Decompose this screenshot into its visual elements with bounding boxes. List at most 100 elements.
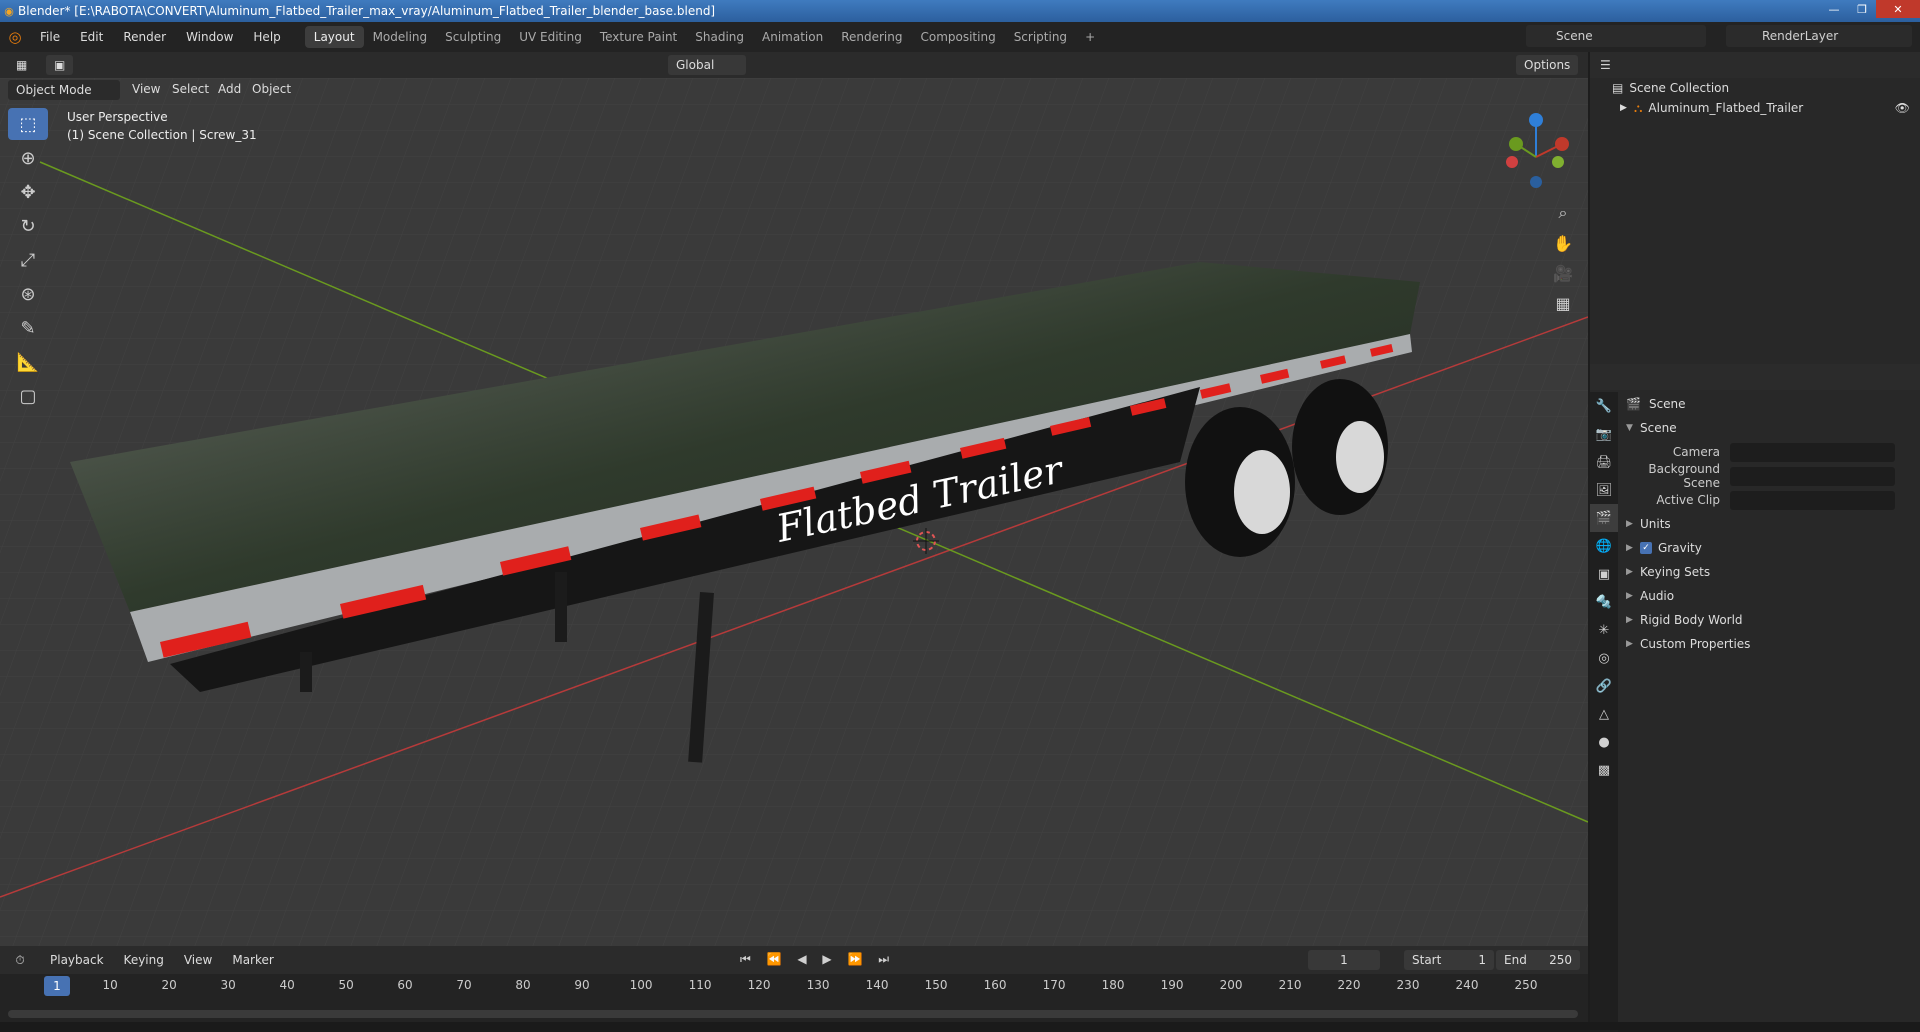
perspective-label: User Perspective bbox=[67, 110, 168, 124]
tab-compositing[interactable]: Compositing bbox=[911, 26, 1004, 48]
end-label: End bbox=[1504, 953, 1527, 967]
scale-tool-icon[interactable]: ⤢ bbox=[8, 244, 48, 276]
timeline-ruler[interactable]: 1 10 20 30 40 50 60 70 80 90 100 110 120 130 140 150 16… bbox=[0, 974, 1588, 998]
camera-row: Camera bbox=[1620, 440, 1920, 464]
select-tool-icon[interactable]: ⬚ bbox=[8, 108, 48, 140]
scene-props-icon[interactable]: 🎬 bbox=[1590, 504, 1618, 532]
ortho-grid-icon[interactable]: ▦ bbox=[1548, 288, 1578, 318]
cursor-tool-icon[interactable]: ⊕ bbox=[8, 142, 48, 174]
transform-tool-icon[interactable]: ⊛ bbox=[8, 278, 48, 310]
camera-field[interactable] bbox=[1730, 442, 1895, 462]
viewport-menu-view[interactable]: View bbox=[132, 82, 160, 96]
texture-props-icon[interactable]: ▩ bbox=[1590, 756, 1618, 784]
move-tool-icon[interactable]: ✥ bbox=[8, 176, 48, 208]
world-props-icon[interactable]: 🌐 bbox=[1590, 532, 1618, 560]
end-frame-field[interactable]: End 250 bbox=[1496, 950, 1580, 970]
collapse-arrow-icon: ▼ bbox=[1626, 423, 1633, 433]
tab-texture-paint[interactable]: Texture Paint bbox=[591, 26, 686, 48]
keying-sets-section[interactable]: ▶ Keying Sets bbox=[1620, 560, 1920, 584]
zoom-icon[interactable]: ⌕ bbox=[1548, 198, 1578, 228]
scene-selector[interactable]: Scene bbox=[1526, 25, 1706, 47]
timeline-menu-view[interactable]: View bbox=[174, 945, 222, 975]
minimize-icon[interactable]: — bbox=[1820, 0, 1848, 18]
pan-hand-icon[interactable]: ✋ bbox=[1548, 228, 1578, 258]
menu-window[interactable]: Window bbox=[176, 22, 243, 52]
tab-shading[interactable]: Shading bbox=[686, 26, 753, 48]
rigid-body-world-section[interactable]: ▶ Rigid Body World bbox=[1620, 608, 1920, 632]
gravity-checkbox[interactable]: ✓ bbox=[1640, 542, 1652, 554]
camera-view-icon[interactable]: 🎥 bbox=[1548, 258, 1578, 288]
tab-animation[interactable]: Animation bbox=[753, 26, 832, 48]
playback-controls[interactable]: ⏮ ⏪ ◀ ▶ ⏩ ⏭ bbox=[740, 952, 895, 967]
rotate-tool-icon[interactable]: ↻ bbox=[8, 210, 48, 242]
material-props-icon[interactable]: ● bbox=[1590, 728, 1618, 756]
output-props-icon[interactable]: 🖨 bbox=[1590, 448, 1618, 476]
menu-help[interactable]: Help bbox=[243, 22, 290, 52]
timeline-scrollbar[interactable] bbox=[8, 1010, 1578, 1018]
3d-viewport[interactable]: Flatbed Trailer bbox=[0, 52, 1588, 946]
object-mode-dropdown[interactable]: Object Mode bbox=[8, 80, 120, 100]
timeline-menu-playback[interactable]: Playback bbox=[40, 945, 114, 975]
options-button[interactable]: Options bbox=[1516, 55, 1579, 75]
current-frame-indicator[interactable]: 1 bbox=[44, 976, 70, 996]
editor-type-icon[interactable]: ▦ bbox=[8, 55, 35, 75]
expand-arrow-icon: ▶ bbox=[1626, 639, 1633, 649]
properties-tabs: 🔧 📷 🖨 🖼 🎬 🌐 ▣ 🔩 ✳ ◎ 🔗 △ ● ▩ bbox=[1590, 392, 1618, 1032]
tab-sculpting[interactable]: Sculpting bbox=[436, 26, 510, 48]
outliner-editor-icon[interactable]: ☰ bbox=[1600, 58, 1611, 72]
timeline-menu-marker[interactable]: Marker bbox=[222, 945, 283, 975]
renderlayer-selector[interactable]: RenderLayer bbox=[1726, 25, 1912, 47]
data-props-icon[interactable]: △ bbox=[1590, 700, 1618, 728]
timeline-menu-keying[interactable]: Keying bbox=[114, 945, 174, 975]
expand-arrow-icon[interactable]: ▶ bbox=[1620, 103, 1634, 113]
window-title: Blender* [E:\RABOTA\CONVERT\Aluminum_Fla… bbox=[18, 4, 716, 18]
units-section[interactable]: ▶ Units bbox=[1620, 512, 1920, 536]
render-props-icon[interactable]: 📷 bbox=[1590, 420, 1618, 448]
maximize-icon[interactable]: ❐ bbox=[1848, 0, 1876, 18]
physics-props-icon[interactable]: ◎ bbox=[1590, 644, 1618, 672]
active-clip-field[interactable] bbox=[1730, 490, 1895, 510]
tool-props-icon[interactable]: 🔧 bbox=[1590, 392, 1618, 420]
menu-edit[interactable]: Edit bbox=[70, 22, 113, 52]
timeline-tick: 130 bbox=[806, 978, 830, 992]
viewport-menu-add[interactable]: Add bbox=[218, 82, 241, 96]
view-layer-props-icon[interactable]: 🖼 bbox=[1590, 476, 1618, 504]
audio-section[interactable]: ▶ Audio bbox=[1620, 584, 1920, 608]
menu-file[interactable]: File bbox=[30, 22, 70, 52]
current-frame-field[interactable]: 1 bbox=[1308, 950, 1380, 970]
modifier-props-icon[interactable]: 🔩 bbox=[1590, 588, 1618, 616]
add-cube-tool-icon[interactable]: ▢ bbox=[8, 380, 48, 412]
custom-properties-section[interactable]: ▶ Custom Properties bbox=[1620, 632, 1920, 656]
menu-render[interactable]: Render bbox=[113, 22, 176, 52]
tab-rendering[interactable]: Rendering bbox=[832, 26, 911, 48]
timeline-editor-icon[interactable]: ⏱ bbox=[0, 953, 40, 968]
select-box-icon[interactable]: ▣ bbox=[46, 55, 74, 75]
add-workspace-icon[interactable]: + bbox=[1076, 26, 1104, 48]
tab-layout[interactable]: Layout bbox=[304, 26, 364, 48]
constraints-props-icon[interactable]: 🔗 bbox=[1590, 672, 1618, 700]
background-scene-field[interactable] bbox=[1730, 466, 1895, 486]
tab-uv-editing[interactable]: UV Editing bbox=[510, 26, 591, 48]
close-icon[interactable]: ✕ bbox=[1876, 0, 1920, 18]
viewport-menu-object[interactable]: Object bbox=[252, 82, 291, 96]
tab-scripting[interactable]: Scripting bbox=[1005, 26, 1076, 48]
transform-orientation-dropdown[interactable]: Global bbox=[668, 55, 746, 75]
visibility-eye-icon[interactable]: 👁 bbox=[1895, 101, 1910, 115]
blender-logo-icon[interactable]: ◎ bbox=[0, 28, 30, 46]
active-clip-label: Active Clip bbox=[1656, 493, 1720, 507]
blender-app-icon: ◉ bbox=[4, 4, 14, 18]
outliner-item-row[interactable]: ▶ ⛬ Aluminum_Flatbed_Trailer 👁 bbox=[1590, 98, 1920, 118]
gravity-section[interactable]: ▶ ✓ Gravity bbox=[1620, 536, 1920, 560]
tab-modeling[interactable]: Modeling bbox=[364, 26, 437, 48]
object-mode-value: Object Mode bbox=[16, 83, 92, 97]
expand-arrow-icon: ▶ bbox=[1626, 591, 1633, 601]
scene-section[interactable]: ▼ Scene bbox=[1620, 416, 1920, 440]
outliner-root-row[interactable]: ▤ Scene Collection bbox=[1590, 78, 1920, 98]
particles-props-icon[interactable]: ✳ bbox=[1590, 616, 1618, 644]
gravity-label: Gravity bbox=[1658, 541, 1702, 555]
measure-tool-icon[interactable]: 📐 bbox=[8, 346, 48, 378]
viewport-menu-select[interactable]: Select bbox=[172, 82, 209, 96]
annotate-tool-icon[interactable]: ✎ bbox=[8, 312, 48, 344]
start-frame-field[interactable]: Start 1 bbox=[1404, 950, 1494, 970]
object-props-icon[interactable]: ▣ bbox=[1590, 560, 1618, 588]
